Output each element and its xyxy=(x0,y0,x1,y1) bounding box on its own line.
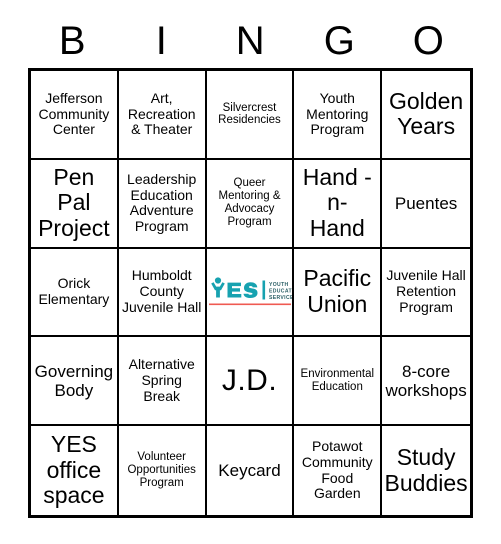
bingo-cell[interactable]: 8-core workshops xyxy=(382,337,470,427)
svg-text:SERVICES: SERVICES xyxy=(269,295,293,301)
bingo-cell[interactable]: Golden Years xyxy=(382,71,470,160)
bingo-header: B I N G O xyxy=(28,14,473,68)
bingo-cell-label: J.D. xyxy=(221,363,278,397)
bingo-cell-label: Golden Years xyxy=(389,87,464,140)
bingo-cell-label: Study Buddies xyxy=(384,443,468,496)
bingo-cell[interactable]: Pacific Union xyxy=(294,248,383,338)
bingo-cell[interactable]: Pen Pal Project xyxy=(31,159,119,249)
bingo-cell[interactable]: J.D. xyxy=(206,337,295,427)
bingo-cell-label: Humboldt County Juvenile Hall xyxy=(122,267,202,315)
bingo-cell[interactable]: Study Buddies xyxy=(382,426,470,515)
bingo-cell-label: 8-core workshops xyxy=(385,361,467,400)
bingo-cell-label: Volunteer Opportunities Program xyxy=(127,451,196,490)
bingo-cell[interactable]: Volunteer Opportunities Program xyxy=(118,426,207,515)
bingo-cell[interactable]: Orick Elementary xyxy=(31,248,119,338)
bingo-cell[interactable]: Environmental Education xyxy=(294,337,383,427)
bingo-cell[interactable]: Humboldt County Juvenile Hall xyxy=(118,248,207,338)
header-letter-g: G xyxy=(323,19,356,63)
bingo-cell[interactable]: Jefferson Community Center xyxy=(31,71,119,160)
bingo-cell-label: Governing Body xyxy=(34,361,114,400)
bingo-cell-label: Juvenile Hall Retention Program xyxy=(386,267,466,315)
bingo-cell-label: Orick Elementary xyxy=(38,275,110,307)
bingo-cell-label: Queer Mentoring & Advocacy Program xyxy=(218,177,281,229)
bingo-cell[interactable]: Youth Mentoring Program xyxy=(294,71,383,160)
bingo-cell[interactable]: Potawot Community Food Garden xyxy=(294,426,383,515)
bingo-cell[interactable]: Art, Recreation & Theater xyxy=(118,71,207,160)
bingo-cell-label: Silvercrest Residencies xyxy=(218,101,281,127)
bingo-grid: Jefferson Community Center Art, Recreatio… xyxy=(28,68,473,518)
header-letter-n: N xyxy=(235,19,266,63)
bingo-cell[interactable]: Juvenile Hall Retention Program xyxy=(382,248,470,338)
bingo-cell-label: Art, Recreation & Theater xyxy=(127,89,196,138)
bingo-cell[interactable]: Puentes xyxy=(382,159,470,249)
bingo-cell[interactable]: Leadership Education Adventure Program xyxy=(118,159,207,249)
bingo-cell[interactable]: Queer Mentoring & Advocacy Program xyxy=(206,159,295,249)
header-letter-b: B xyxy=(58,19,87,63)
bingo-cell-label: Leadership Education Adventure Program xyxy=(127,170,197,234)
header-letter-i: I xyxy=(155,19,168,63)
bingo-cell-label: Keycard xyxy=(218,461,281,481)
bingo-cell-label: YES office space xyxy=(43,430,105,509)
yes-logo: YOUTHEDUCATIONALSERVICES xyxy=(207,272,293,312)
bingo-cell[interactable]: Hand -n- Hand xyxy=(294,159,383,249)
bingo-cell[interactable]: YOUTHEDUCATIONALSERVICES xyxy=(206,248,295,338)
bingo-cell[interactable]: Keycard xyxy=(206,426,295,515)
bingo-cell[interactable]: Silvercrest Residencies xyxy=(206,71,295,160)
bingo-cell-label: Pacific Union xyxy=(303,265,372,317)
header-letter-o: O xyxy=(412,19,445,63)
bingo-cell-label: Potawot Community Food Garden xyxy=(301,438,373,502)
bingo-cell[interactable]: YES office space xyxy=(31,426,119,515)
bingo-cell-label: Youth Mentoring Program xyxy=(306,89,369,138)
bingo-cell[interactable]: Governing Body xyxy=(31,337,119,427)
bingo-cell-label: Puentes xyxy=(394,193,458,213)
bingo-cell-label: Hand -n- Hand xyxy=(302,163,372,242)
bingo-cell-label: Alternative Spring Break xyxy=(128,356,195,404)
svg-text:EDUCATIONAL: EDUCATIONAL xyxy=(269,288,293,294)
bingo-card: B I N G O Jefferson Community Center Art,… xyxy=(0,0,501,544)
bingo-cell-label: Environmental Education xyxy=(300,367,375,393)
svg-text:YOUTH: YOUTH xyxy=(269,282,289,288)
bingo-cell-label: Pen Pal Project xyxy=(38,163,110,242)
bingo-cell-label: Jefferson Community Center xyxy=(38,89,110,138)
bingo-cell[interactable]: Alternative Spring Break xyxy=(118,337,207,427)
